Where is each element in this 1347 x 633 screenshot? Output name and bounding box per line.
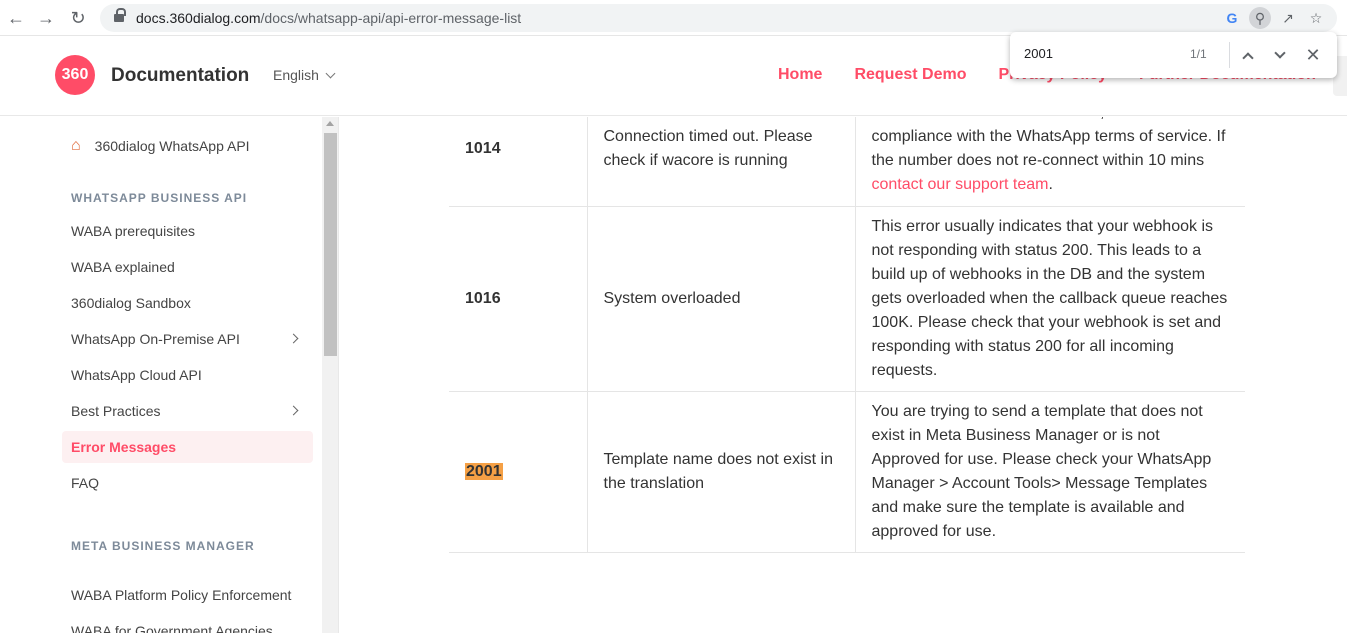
- address-bar[interactable]: docs.360dialog.com/docs/whatsapp-api/api…: [100, 4, 1337, 32]
- find-divider: [1229, 42, 1230, 68]
- site-title[interactable]: Documentation: [111, 65, 249, 87]
- share-icon[interactable]: ↗: [1277, 7, 1299, 29]
- chevron-right-icon[interactable]: [288, 405, 299, 416]
- sidebar-item-label: 360dialog Sandbox: [71, 295, 191, 311]
- browser-toolbar: ← → ↻ docs.360dialog.com/docs/whatsapp-a…: [0, 0, 1347, 36]
- reload-icon[interactable]: ↻: [66, 6, 90, 30]
- error-description: This error usually indicates that your w…: [855, 206, 1245, 392]
- sidebar-item-on-premise-api[interactable]: WhatsApp On-Premise API: [62, 323, 313, 355]
- sidebar-section-heading: META BUSINESS MANAGER: [71, 539, 255, 553]
- home-icon: ⌂: [71, 137, 81, 154]
- sidebar-item-waba-prerequisites[interactable]: WABA prerequisites: [62, 215, 313, 247]
- language-label: English: [273, 67, 319, 83]
- main-content: 1014 Connection timed out. Please check …: [339, 117, 1347, 633]
- find-previous-button[interactable]: [1236, 43, 1260, 67]
- sidebar-item-platform-policy[interactable]: WABA Platform Policy Enforcement: [62, 579, 313, 611]
- find-bar: 1/1 ✕: [1010, 32, 1337, 78]
- chevron-right-icon[interactable]: [288, 333, 299, 344]
- sidebar: ⌂ 360dialog WhatsApp API WHATSAPP BUSINE…: [0, 117, 322, 633]
- find-highlight: 2001: [465, 462, 503, 480]
- error-description: You are trying to send a template that d…: [855, 391, 1245, 553]
- google-icon[interactable]: G: [1221, 7, 1243, 29]
- chevron-down-icon: [325, 68, 336, 78]
- sidebar-item-waba-explained[interactable]: WABA explained: [62, 251, 313, 283]
- sidebar-item-label: WhatsApp On-Premise API: [71, 331, 240, 347]
- table-row: 1014 Connection timed out. Please check …: [449, 117, 1245, 207]
- forward-arrow-icon[interactable]: →: [34, 6, 58, 30]
- back-arrow-icon[interactable]: ←: [4, 6, 28, 30]
- error-message: Template name does not exist in the tran…: [586, 391, 856, 553]
- sidebar-item-label: WABA explained: [71, 259, 175, 275]
- nav-link-home[interactable]: Home: [778, 66, 822, 84]
- sidebar-item-label: Error Messages: [71, 439, 177, 455]
- scroll-up-arrow-icon[interactable]: [326, 121, 334, 126]
- sidebar-item-home[interactable]: ⌂ 360dialog WhatsApp API: [71, 137, 250, 155]
- sidebar-item-best-practices[interactable]: Best Practices: [62, 395, 313, 427]
- sidebar-item-label: WABA for Government Agencies: [71, 623, 273, 633]
- chevron-up-icon: [1242, 51, 1254, 64]
- find-match-count: 1/1: [1190, 47, 1207, 61]
- sidebar-item-label: WABA prerequisites: [71, 223, 195, 239]
- table-row: 1016 System overloaded This error usuall…: [449, 206, 1245, 392]
- error-description: reasons such as a server restart, or due…: [855, 117, 1245, 207]
- support-team-link[interactable]: contact our support team: [872, 176, 1049, 193]
- sidebar-item-cloud-api[interactable]: WhatsApp Cloud API: [62, 359, 313, 391]
- error-code: 2001: [449, 391, 587, 553]
- close-icon[interactable]: ✕: [1301, 43, 1325, 67]
- sidebar-item-label: Best Practices: [71, 403, 161, 419]
- nav-link-request-demo[interactable]: Request Demo: [854, 66, 966, 84]
- sidebar-section-heading: WHATSAPP BUSINESS API: [71, 191, 248, 205]
- lock-icon: [114, 8, 126, 23]
- chevron-down-icon: [1274, 47, 1286, 59]
- language-selector[interactable]: English: [273, 67, 336, 83]
- sidebar-item-error-messages[interactable]: Error Messages: [62, 431, 313, 463]
- star-icon[interactable]: ☆: [1305, 7, 1327, 29]
- error-code: 1014: [449, 117, 587, 207]
- sidebar-scrollbar[interactable]: [322, 117, 339, 633]
- sidebar-item-sandbox[interactable]: 360dialog Sandbox: [62, 287, 313, 319]
- url-text[interactable]: docs.360dialog.com/docs/whatsapp-api/api…: [136, 10, 521, 26]
- scrollbar-thumb[interactable]: [324, 133, 337, 356]
- error-message: System overloaded: [586, 206, 856, 392]
- table-row: 2001 Template name does not exist in the…: [449, 391, 1245, 553]
- sidebar-item-government-agencies[interactable]: WABA for Government Agencies: [62, 615, 313, 633]
- logo[interactable]: 360: [55, 55, 95, 95]
- find-next-button[interactable]: [1268, 43, 1292, 67]
- sidebar-item-faq[interactable]: FAQ: [62, 467, 313, 499]
- error-code: 1016: [449, 206, 587, 392]
- error-message: Connection timed out. Please check if wa…: [586, 117, 856, 207]
- sidebar-item-label: WhatsApp Cloud API: [71, 367, 202, 383]
- find-icon[interactable]: ⚲: [1249, 7, 1271, 29]
- sidebar-item-label: WABA Platform Policy Enforcement: [71, 587, 292, 603]
- sidebar-item-label: 360dialog WhatsApp API: [94, 138, 250, 154]
- sidebar-item-label: FAQ: [71, 475, 100, 491]
- find-input[interactable]: [1024, 46, 1174, 61]
- error-message-table: 1014 Connection timed out. Please check …: [449, 117, 1245, 553]
